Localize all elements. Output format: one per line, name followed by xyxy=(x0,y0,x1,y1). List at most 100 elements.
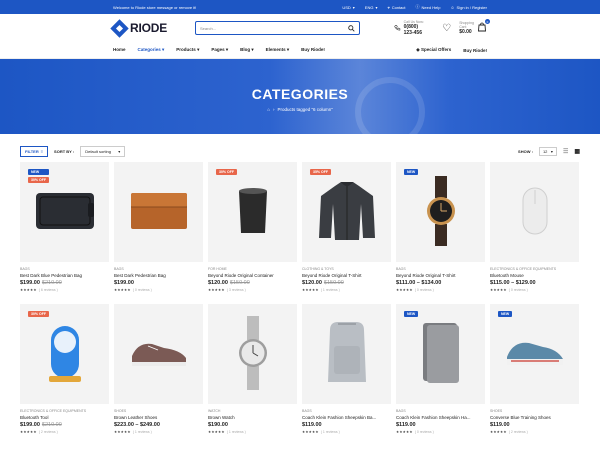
welcome-message: Welcome to Riode store message or remove… xyxy=(113,4,197,10)
current-price: $120.00 xyxy=(208,280,228,286)
product-name[interactable]: Brown Leather Shoes xyxy=(114,415,203,420)
product-card[interactable]: NEW SHOES Converse Blue Training Shoes $… xyxy=(490,304,579,446)
language-select[interactable]: ENG ▾ xyxy=(365,5,378,10)
product-illustration xyxy=(324,320,370,388)
product-image[interactable] xyxy=(490,162,579,262)
product-card[interactable]: BAGS Best Dark Pedestrian Bag $199.00 ★★… xyxy=(114,162,203,304)
product-rating: ★★★★★ ( 0 reviews ) xyxy=(114,288,203,292)
product-category[interactable]: ELECTRONICS & OFFICE EQUIPMENTS xyxy=(20,409,109,413)
currency-select[interactable]: USD ▾ xyxy=(342,5,354,10)
nav-item-elements[interactable]: Elements ▾ xyxy=(266,47,290,53)
product-image[interactable]: NEW xyxy=(396,304,485,404)
product-image[interactable]: NEW xyxy=(490,304,579,404)
review-count[interactable]: ( 0 reviews ) xyxy=(509,288,528,292)
star-rating-icon: ★★★★★ xyxy=(114,288,131,292)
product-image[interactable]: 30% OFF xyxy=(208,162,297,262)
sort-select[interactable]: Default sorting ▾ xyxy=(80,145,126,157)
review-count[interactable]: ( 1 reviews ) xyxy=(133,430,152,434)
product-name[interactable]: Beyond Riode Original T-Shirt xyxy=(396,273,485,278)
product-name[interactable]: Bluetooth Mouse xyxy=(490,273,579,278)
product-category[interactable]: BAGS xyxy=(302,409,391,413)
product-card[interactable]: NEW BAGS Coach Klein Fashion Sheepskin H… xyxy=(396,304,485,446)
help-link[interactable]: ⓘ Need Help xyxy=(416,4,441,10)
product-image[interactable] xyxy=(114,304,203,404)
product-card[interactable]: 30% OFF FOR HOME Beyond Riode Original C… xyxy=(208,162,297,304)
home-icon[interactable]: ⌂ xyxy=(267,107,270,112)
header: RIODE Search... Call Us Now: 0(800) 123-… xyxy=(0,14,600,42)
product-category[interactable]: BAGS xyxy=(396,267,485,271)
star-rating-icon: ★★★★★ xyxy=(396,288,413,292)
nav-item-blog[interactable]: Blog ▾ xyxy=(240,47,254,53)
logo[interactable]: RIODE xyxy=(110,18,167,38)
product-category[interactable]: SHOES xyxy=(490,409,579,413)
product-name[interactable]: Beyond Riode Original T-Shirt xyxy=(302,273,391,278)
review-count[interactable]: ( 1 reviews ) xyxy=(227,430,246,434)
product-card[interactable]: 35% OFF CLOTHING & TOYS Beyond Riode Ori… xyxy=(302,162,391,304)
product-rating: ★★★★★ ( 1 reviews ) xyxy=(302,430,391,434)
product-name[interactable]: Coach Klein Fashion Sheepskin Ha... xyxy=(396,415,485,420)
review-count[interactable]: ( 0 reviews ) xyxy=(133,288,152,292)
product-name[interactable]: Best Dark Blue Pedestrian Bag xyxy=(20,273,109,278)
nav-item-pages[interactable]: Pages ▾ xyxy=(211,47,228,53)
grid-view-icon[interactable]: ▦ xyxy=(574,148,580,155)
signin-link[interactable]: ☺ Sign in / Register xyxy=(450,5,487,10)
product-category[interactable]: SHOES xyxy=(114,409,203,413)
review-count[interactable]: ( 0 reviews ) xyxy=(415,288,434,292)
product-name[interactable]: Brown Watch xyxy=(208,415,297,420)
review-count[interactable]: ( 2 reviews ) xyxy=(509,430,528,434)
product-category[interactable]: FOR HOME xyxy=(208,267,297,271)
search-icon[interactable] xyxy=(348,24,355,32)
product-card[interactable]: ELECTRONICS & OFFICE EQUIPMENTS Bluetoot… xyxy=(490,162,579,304)
review-count[interactable]: ( 3 reviews ) xyxy=(227,288,246,292)
nav-item-categories[interactable]: Categories ▾ xyxy=(138,47,165,53)
product-image[interactable] xyxy=(302,304,391,404)
product-badge: 30% OFF xyxy=(216,169,237,175)
bag-icon: 0 xyxy=(477,19,490,34)
product-image[interactable]: 30% OFF xyxy=(20,304,109,404)
product-category[interactable]: BAGS xyxy=(20,267,109,271)
review-count[interactable]: ( 1 reviews ) xyxy=(321,430,340,434)
nav-item-buy[interactable]: Buy Riode! xyxy=(301,47,325,53)
nav-item-home[interactable]: Home xyxy=(113,47,126,53)
product-name[interactable]: Best Dark Pedestrian Bag xyxy=(114,273,203,278)
buy-riode-link[interactable]: Buy Riode! xyxy=(463,48,487,53)
product-card[interactable]: SHOES Brown Leather Shoes $223.00 – $249… xyxy=(114,304,203,446)
product-category[interactable]: WATCH xyxy=(208,409,297,413)
review-count[interactable]: ( 1 reviews ) xyxy=(321,288,340,292)
product-badge: NEW xyxy=(404,169,419,175)
nav-item-products[interactable]: Products ▾ xyxy=(176,47,199,53)
sort-label: SORT BY : xyxy=(54,148,75,154)
product-name[interactable]: Converse Blue Training Shoes xyxy=(490,415,579,420)
product-category[interactable]: CLOTHING & TOYS xyxy=(302,267,391,271)
heart-icon[interactable]: ♡ xyxy=(442,23,451,34)
product-card[interactable]: WATCH Brown Watch $190.00 ★★★★★ ( 1 revi… xyxy=(208,304,297,446)
product-image[interactable]: 35% OFF xyxy=(302,162,391,262)
review-count[interactable]: ( 0 reviews ) xyxy=(415,430,434,434)
review-count[interactable]: ( 2 reviews ) xyxy=(39,430,58,434)
product-rating: ★★★★★ ( 0 reviews ) xyxy=(396,430,485,434)
product-card[interactable]: NEW BAGS Beyond Riode Original T-Shirt $… xyxy=(396,162,485,304)
product-name[interactable]: Coach Klein Fashion Sheepskin Ba... xyxy=(302,415,391,420)
show-select[interactable]: 12 ▾ xyxy=(538,146,557,156)
product-card[interactable]: BAGS Coach Klein Fashion Sheepskin Ba...… xyxy=(302,304,391,446)
special-offers-link[interactable]: ◈ Special Offers xyxy=(416,47,451,53)
product-name[interactable]: Bluetooth Tool xyxy=(20,415,109,420)
product-name[interactable]: Beyond Riode Original Container xyxy=(208,273,297,278)
product-category[interactable]: BAGS xyxy=(114,267,203,271)
search-input[interactable]: Search... xyxy=(195,21,361,35)
call-us[interactable]: Call Us Now: 0(800) 123-456 xyxy=(394,20,426,36)
filter-button[interactable]: FILTER ≡ xyxy=(20,145,49,157)
product-category[interactable]: BAGS xyxy=(396,409,485,413)
list-view-icon[interactable]: ☰ xyxy=(563,148,568,155)
product-card[interactable]: 30% OFF ELECTRONICS & OFFICE EQUIPMENTS … xyxy=(20,304,109,446)
product-image[interactable] xyxy=(114,162,203,262)
review-count[interactable]: ( 6 reviews ) xyxy=(39,288,58,292)
product-image[interactable] xyxy=(208,304,297,404)
product-card[interactable]: NEW 30% OFF BAGS Best Dark Blue Pedestria… xyxy=(20,162,109,304)
cart[interactable]: Shopping Cart: $0.00 0 xyxy=(459,19,490,35)
product-price: $119.00 xyxy=(302,422,391,428)
product-category[interactable]: ELECTRONICS & OFFICE EQUIPMENTS xyxy=(490,267,579,271)
contact-link[interactable]: ⌖ Contact xyxy=(387,5,405,10)
product-image[interactable]: NEW 30% OFF xyxy=(20,162,109,262)
product-image[interactable]: NEW xyxy=(396,162,485,262)
